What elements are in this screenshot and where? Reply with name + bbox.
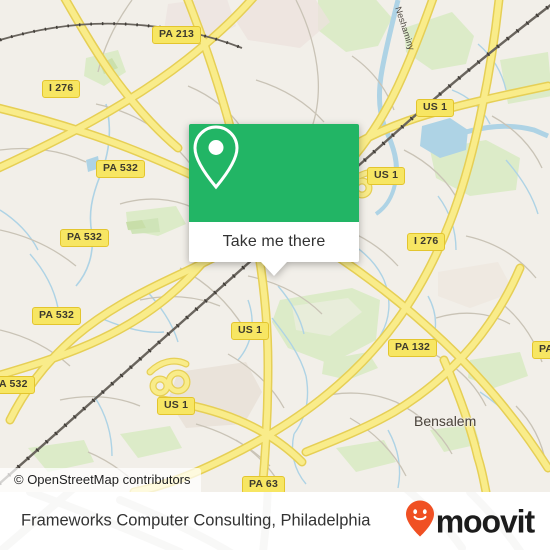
footer-bar: Frameworks Computer Consulting, Philadel… — [0, 492, 550, 550]
road-shield: US 1 — [157, 397, 196, 415]
moovit-smiley-pin-icon — [405, 500, 435, 543]
road-shield: I 276 — [407, 233, 446, 251]
popup-footer[interactable]: Take me there — [189, 222, 359, 276]
place-label-bensalem: Bensalem — [414, 413, 477, 429]
moovit-logo: moovit — [405, 500, 535, 543]
road-shield: PA 132 — [388, 339, 438, 357]
take-me-there-label: Take me there — [222, 233, 326, 250]
page-title: Frameworks Computer Consulting, Philadel… — [21, 511, 371, 530]
road-shield: PA 63 — [242, 476, 286, 492]
road-shield: US 1 — [231, 322, 270, 340]
road-shield: A 532 — [0, 376, 35, 394]
map-canvas[interactable]: PA 213 I 276 US 1 PA 532 US 1 PA 532 I 2… — [0, 0, 550, 492]
road-shield: PA — [532, 341, 550, 359]
road-shield: US 1 — [416, 99, 455, 117]
road-shield: PA 532 — [32, 307, 82, 325]
moovit-wordmark: moovit — [435, 503, 535, 539]
popup-pointer — [261, 262, 287, 276]
moovit-map-screenshot: PA 213 I 276 US 1 PA 532 US 1 PA 532 I 2… — [0, 0, 550, 550]
road-shield: PA 532 — [96, 160, 146, 178]
popup-header — [189, 124, 359, 222]
road-shield: PA 532 — [60, 229, 110, 247]
road-shield: I 276 — [42, 80, 81, 98]
osm-attribution[interactable]: © OpenStreetMap contributors — [0, 468, 201, 492]
road-shield: PA 213 — [152, 26, 202, 44]
road-shield: US 1 — [367, 167, 406, 185]
location-popup-card[interactable]: Take me there — [189, 124, 359, 276]
